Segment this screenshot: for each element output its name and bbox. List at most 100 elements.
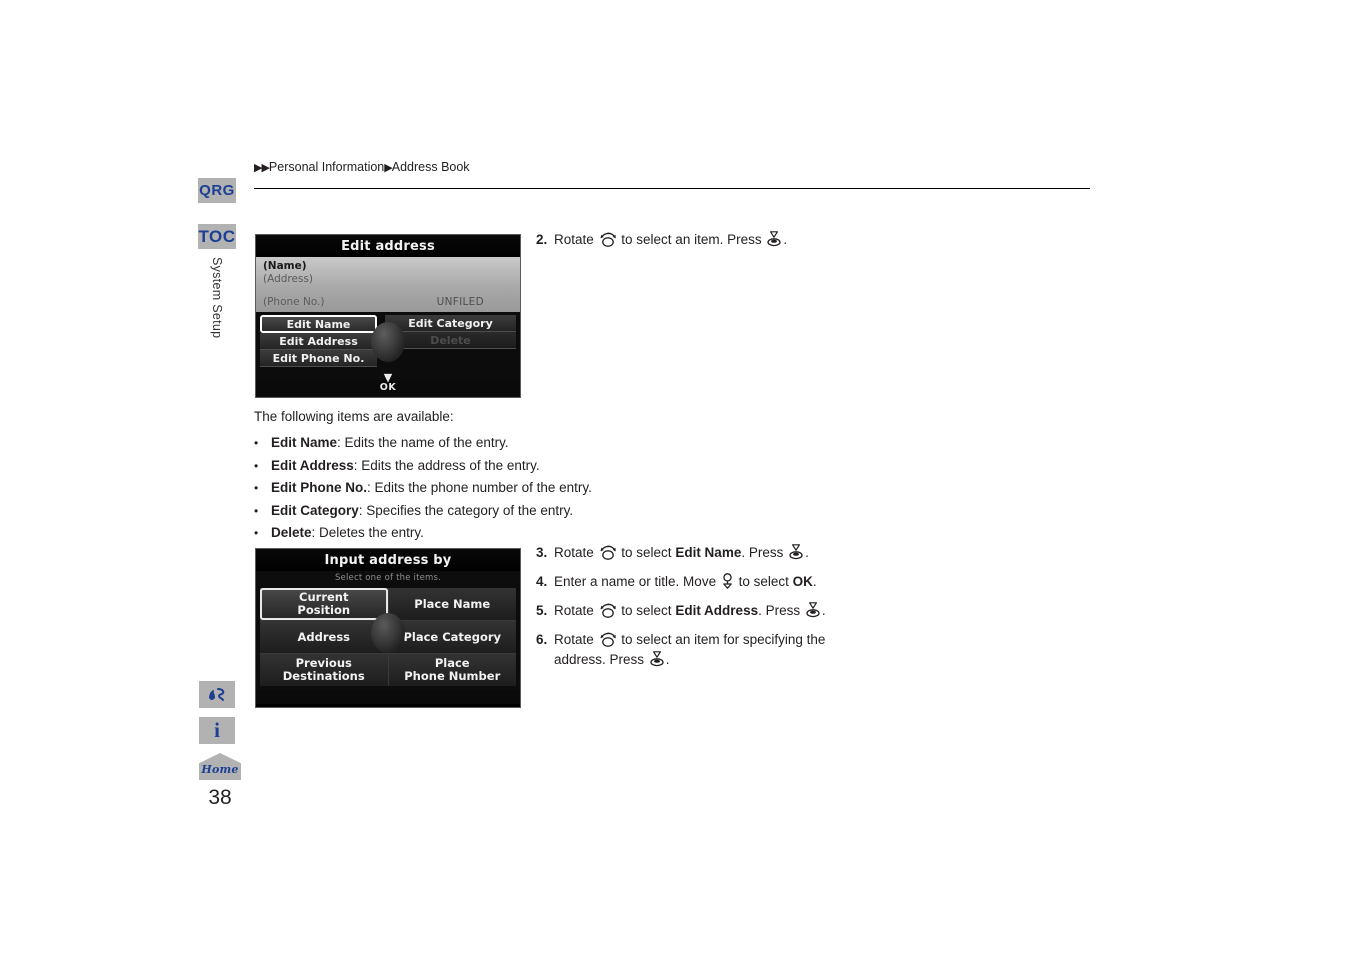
nav1-button-edit-phone-no[interactable]: Edit Phone No. <box>260 350 377 367</box>
nav1-knob-graphic <box>371 322 405 362</box>
list-item-text: Delete: Deletes the entry. <box>271 522 424 545</box>
nav1-ok-arrow-icon: ▼ <box>383 371 393 384</box>
press-knob-icon <box>788 544 804 560</box>
bullet-marker: • <box>254 481 259 495</box>
bullet-marker: • <box>254 436 259 450</box>
breadcrumb-arrow-1: ▶▶ <box>254 161 270 174</box>
information-icon[interactable]: i <box>199 717 235 744</box>
nav2-cell-place-category[interactable]: Place Category <box>388 621 516 653</box>
nav2-subtitle: Select one of the items. <box>256 571 520 584</box>
nav1-button-edit-name[interactable]: Edit Name <box>260 315 377 333</box>
breadcrumb: ▶▶Personal Information▶Address Book <box>254 160 470 174</box>
list-item-term: Edit Name <box>271 435 338 450</box>
rotate-knob-icon <box>599 603 617 618</box>
breadcrumb-arrow-2: ▶ <box>384 161 393 174</box>
nav1-ok-indicator: ▼ OK <box>379 371 397 393</box>
step-item: 6. Rotate to select an item for specifyi… <box>536 630 836 670</box>
intro-text: The following items are available: <box>254 409 454 424</box>
nav1-field-category: UNFILED <box>436 296 484 308</box>
bullet-marker: • <box>254 503 259 518</box>
step-item: 5. Rotate to select Edit Address. Press … <box>536 601 836 621</box>
list-item-desc: : Deletes the entry. <box>311 525 424 540</box>
side-tab-rail: QRG TOC System Setup <box>198 178 238 365</box>
step-text: Rotate to select Edit Name. Press . <box>554 544 809 560</box>
nav1-ok-label: OK <box>379 382 397 393</box>
nav2-cell-place-name[interactable]: Place Name <box>388 588 516 620</box>
list-item-text: Edit Name: Edits the name of the entry. <box>271 432 509 455</box>
step-text: Enter a name or title. Move to select OK… <box>554 573 817 589</box>
rotate-knob-icon <box>599 632 617 647</box>
breadcrumb-item-address-book: Address Book <box>391 160 470 174</box>
list-item-desc: : Specifies the category of the entry. <box>358 502 574 518</box>
step-list-top: 2. Rotate to select an item. Press . <box>536 230 836 259</box>
list-item-desc: : Edits the address of the entry. <box>353 457 540 473</box>
list-item-desc: : Edits the phone number of the entry. <box>367 480 592 495</box>
nav2-title: Input address by <box>256 549 520 571</box>
press-knob-icon <box>805 602 821 618</box>
page-number: 38 <box>208 786 232 809</box>
step-item: 3. Rotate to select Edit Name. Press . <box>536 543 836 563</box>
list-item: • Edit Category: Specifies the category … <box>254 500 684 523</box>
step-number: 3. <box>536 545 548 560</box>
nav2-footer <box>256 690 520 704</box>
sidebar-tab-toc[interactable]: TOC <box>198 224 236 249</box>
list-item-text: Edit Address: Edits the address of the e… <box>271 455 540 478</box>
nav-screenshot-input-address-by: Input address by Select one of the items… <box>255 548 521 708</box>
voice-command-icon[interactable] <box>199 681 235 708</box>
press-knob-icon <box>649 651 665 667</box>
list-item-term: Edit Category <box>271 502 359 518</box>
nav1-field-address: (Address) <box>263 273 314 285</box>
nav2-cell-current-position[interactable]: Current Position <box>260 588 388 620</box>
bullet-marker: • <box>254 458 259 473</box>
list-item-desc: : Edits the name of the entry. <box>337 435 509 450</box>
nav1-title: Edit address <box>256 235 520 257</box>
list-item: • Delete: Deletes the entry. <box>254 522 684 545</box>
step-number: 6. <box>536 632 548 647</box>
nav1-button-edit-category[interactable]: Edit Category <box>385 315 516 332</box>
list-item-term: Delete <box>271 525 312 540</box>
nav1-button-area: Edit Name Edit Address Edit Phone No. Ed… <box>256 312 520 380</box>
side-icon-rail: i Home 38 <box>199 681 241 810</box>
sidebar-tab-qrg[interactable]: QRG <box>198 178 236 203</box>
nav1-left-column: Edit Name Edit Address Edit Phone No. <box>260 315 377 367</box>
list-item-term: Edit Address <box>271 457 354 473</box>
nav1-button-edit-address[interactable]: Edit Address <box>260 333 377 350</box>
list-item: • Edit Phone No.: Edits the phone number… <box>254 477 684 500</box>
rotate-knob-icon <box>599 232 617 247</box>
step-text: Rotate to select an item for specifying … <box>554 632 826 667</box>
nav2-button-area: Current Position Place Name Address Place… <box>256 584 520 690</box>
header-rule <box>254 188 1090 189</box>
list-item-text: Edit Category: Specifies the category of… <box>271 500 573 523</box>
nav2-knob-graphic <box>371 612 405 653</box>
step-item: 4. Enter a name or title. Move to select… <box>536 572 836 592</box>
step-number: 2. <box>536 232 548 247</box>
step-text: Rotate to select an item. Press . <box>554 231 788 247</box>
home-icon[interactable]: Home <box>199 753 241 780</box>
nav-screenshot-edit-address: Edit address (Name) (Address) (Phone No.… <box>255 234 521 398</box>
available-items-list: • Edit Name: Edits the name of the entry… <box>254 432 684 545</box>
section-label-system-setup: System Setup <box>198 257 236 365</box>
step-item: 2. Rotate to select an item. Press . <box>536 230 836 250</box>
emphasis-text: Edit Address <box>675 603 759 618</box>
step-list-bottom: 3. Rotate to select Edit Name. Press . 4… <box>536 543 836 679</box>
nav1-field-name: (Name) <box>263 260 307 272</box>
home-icon-label: Home <box>201 763 239 776</box>
rotate-knob-icon <box>599 545 617 560</box>
press-knob-icon <box>766 231 782 247</box>
step-number: 4. <box>536 574 548 589</box>
breadcrumb-item-personal-information: Personal Information <box>268 160 385 174</box>
nav2-cell-previous-destinations[interactable]: Previous Destinations <box>260 654 388 686</box>
nav2-cell-place-phone-number[interactable]: Place Phone Number <box>388 654 516 686</box>
nav1-field-phone: (Phone No.) <box>263 296 325 308</box>
step-text: Rotate to select Edit Address. Press . <box>554 602 826 618</box>
step-number: 5. <box>536 603 548 618</box>
list-item-text: Edit Phone No.: Edits the phone number o… <box>271 477 592 500</box>
emphasis-text: OK <box>792 574 813 589</box>
section-label-text: System Setup <box>210 257 224 339</box>
list-item: • Edit Address: Edits the address of the… <box>254 455 684 478</box>
bullet-marker: • <box>254 526 259 540</box>
list-item-term: Edit Phone No. <box>271 480 367 495</box>
emphasis-text: Edit Name <box>675 545 742 560</box>
list-item: • Edit Name: Edits the name of the entry… <box>254 432 684 455</box>
nav2-cell-address[interactable]: Address <box>260 621 388 653</box>
